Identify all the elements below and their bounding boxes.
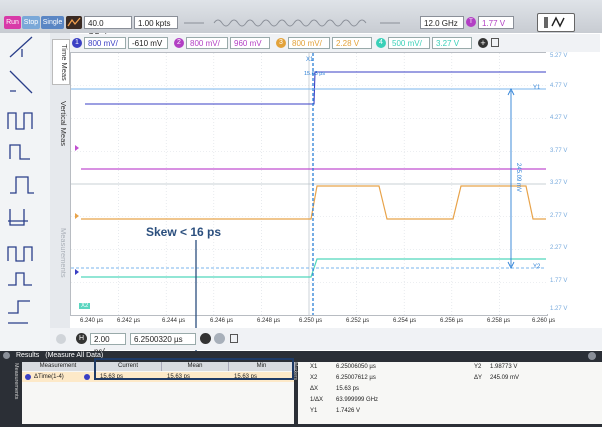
y-tick: 3.77 V	[550, 148, 568, 154]
horizontal-position-field[interactable]: 6.2500320 µs	[130, 333, 196, 345]
results-panel: Results (Measure All Data) Measurements …	[0, 351, 602, 427]
marker-x1-delta: 15.63 ps	[304, 71, 326, 77]
x-tick: 6.248 µs	[257, 318, 281, 324]
channel-4-badge[interactable]: 4	[376, 38, 386, 48]
single-button[interactable]: Single	[41, 16, 64, 29]
marker-y1-value: 1.7426 V	[336, 408, 361, 414]
marker-dx-value: 15.63 ps	[336, 386, 360, 392]
horizontal-menu-icon[interactable]	[230, 334, 238, 343]
acquisition-toolbar: Run Stop Single 40.0 GSa/s 1.00 kpts 12.…	[0, 0, 602, 41]
channel-3-scale[interactable]: 800 mV/	[288, 37, 330, 49]
marker-label: ΔY	[474, 375, 483, 381]
marker-y2-value: 1.98773 V	[490, 364, 518, 370]
trigger-channel-badge[interactable]: T	[466, 17, 476, 27]
results-collapse-icon[interactable]	[588, 352, 596, 360]
column-header[interactable]: Measurement	[22, 362, 95, 371]
x-tick: 6.258 µs	[487, 318, 511, 324]
results-gear-icon[interactable]	[3, 351, 10, 359]
channel-1-offset[interactable]: -610 mV	[128, 37, 168, 49]
horizontal-controls: H 2.00 ns/ 6.2500320 µs	[50, 328, 602, 356]
channel-2-scale[interactable]: 800 mV/	[186, 37, 228, 49]
y-tick: 2.77 V	[550, 213, 568, 219]
trigger-level-field[interactable]: 1.77 V	[478, 16, 514, 29]
y-tick: 5.27 V	[550, 53, 568, 59]
x-tick: 6.256 µs	[440, 318, 464, 324]
stop-button[interactable]: Stop	[22, 16, 40, 29]
horizontal-scale-field[interactable]: 2.00 ns/	[90, 333, 126, 356]
y-tick: 4.27 V	[550, 115, 568, 121]
marker-label: ΔX	[310, 386, 319, 392]
marker-label: Y2	[474, 364, 482, 370]
autoscale-icon[interactable]	[537, 13, 575, 32]
channel-3-badge[interactable]: 3	[276, 38, 286, 48]
horizontal-badge-icon[interactable]: H	[76, 333, 87, 344]
y-tick: 4.77 V	[550, 83, 568, 89]
x-tick: 6.244 µs	[162, 318, 186, 324]
marker-dy-value: 245.09 mV	[490, 375, 520, 381]
marker-x2-value: 6.25007612 µs	[336, 375, 376, 381]
bandwidth-field[interactable]: 12.0 GHz	[420, 16, 464, 29]
x-tick: 6.246 µs	[210, 318, 234, 324]
marker-inv-dx-value: 63.999999 GHz	[336, 397, 379, 403]
x-tick: 6.250 µs	[299, 318, 323, 324]
x-tick: 6.242 µs	[117, 318, 141, 324]
waveform-mode-icon[interactable]	[66, 16, 82, 29]
measurement-name: ΔTime(1-4)	[34, 374, 64, 380]
sample-rate-field[interactable]: 40.0 GSa/s	[84, 16, 132, 41]
y-tick: 2.27 V	[550, 245, 568, 251]
x-tick: 6.254 µs	[393, 318, 417, 324]
tab-measurements[interactable]: Measurements	[52, 211, 68, 295]
channel-indicator-icon	[25, 374, 31, 380]
channel-indicator-icon	[84, 374, 90, 380]
marker-label: Y1	[310, 408, 318, 414]
channel-1-badge[interactable]: 1	[72, 38, 82, 48]
channel-4-offset[interactable]: 3.27 V	[432, 37, 472, 49]
memory-depth-field[interactable]: 1.00 kpts	[134, 16, 178, 29]
voltage-scale: 5.27 V 4.77 V 4.27 V 3.77 V 3.27 V 2.77 …	[546, 52, 602, 314]
marker-x1-label[interactable]: X1	[306, 57, 313, 63]
y-tick: 1.27 V	[550, 306, 568, 312]
marker-label: X1	[310, 364, 318, 370]
reference-icon[interactable]	[214, 333, 225, 344]
delta-y-readout: 245.09 mV	[515, 163, 521, 193]
measurement-tool-palette	[0, 33, 51, 351]
run-button[interactable]: Run	[4, 16, 21, 29]
results-title: Results	[15, 352, 40, 359]
measurement-tools-icons[interactable]	[0, 33, 50, 351]
channel-menu-icon[interactable]	[491, 38, 499, 47]
channel-3-offset[interactable]: 2.28 V	[332, 37, 372, 49]
y-tick: 3.27 V	[550, 180, 568, 186]
tab-time-meas[interactable]: Time Meas	[52, 39, 70, 85]
marker-y1-label[interactable]: Y1	[533, 85, 540, 91]
bandwidth-slider-icon[interactable]	[184, 16, 400, 29]
channel-1-scale[interactable]: 800 mV/	[84, 37, 126, 49]
marker-label: X2	[310, 375, 318, 381]
x-tick: 6.240 µs	[80, 318, 104, 324]
collapse-icon[interactable]	[56, 334, 66, 344]
tab-vertical-meas[interactable]: Vertical Meas	[52, 89, 68, 159]
zoom-icon[interactable]	[200, 333, 211, 344]
marker-x2-label[interactable]: X2	[79, 303, 91, 309]
channel-2-offset[interactable]: 960 mV	[230, 37, 270, 49]
results-header: Results (Measure All Data)	[0, 351, 602, 361]
marker-x1-value: 6.25006050 µs	[336, 364, 376, 370]
channel-settings-row: 1 800 mV/ -610 mV 2 800 mV/ 960 mV 3 800…	[70, 34, 600, 53]
add-channel-icon[interactable]: +	[478, 38, 488, 48]
channel-4-scale[interactable]: 500 mV/	[388, 37, 430, 49]
waveform-canvas	[71, 53, 547, 315]
waveform-display[interactable]: X1 15.63 ps Y1 Y2 245.09 mV X2	[70, 52, 548, 316]
marker-label: 1/ΔX	[310, 397, 324, 403]
marker-y2-label[interactable]: Y2	[533, 264, 540, 270]
y-tick: 1.77 V	[550, 278, 568, 284]
measurements-side-label: Measurements	[13, 363, 19, 400]
x-tick: 6.252 µs	[346, 318, 370, 324]
side-tab-strip: Time Meas Vertical Meas Measurements	[50, 33, 70, 351]
x-tick: 6.260 µs	[532, 318, 556, 324]
channel-2-badge[interactable]: 2	[174, 38, 184, 48]
markers-readout: X1 6.25006050 µs X2 6.25007612 µs ΔX 15.…	[298, 362, 602, 424]
highlight-box	[94, 358, 294, 380]
skew-annotation: Skew < 16 ps	[146, 225, 222, 239]
